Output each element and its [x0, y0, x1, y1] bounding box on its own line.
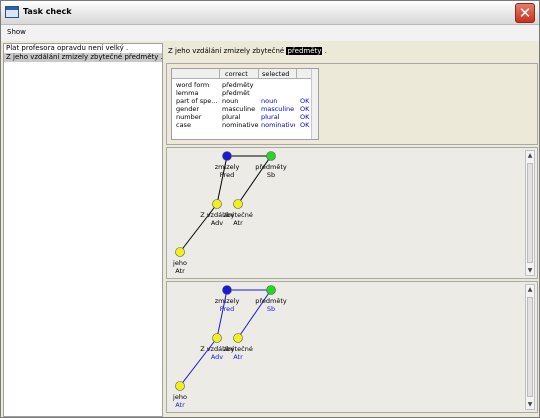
main-area: Z jeho vzdálání zmizely zbytečné předmět…	[166, 43, 538, 417]
task-check-window: Task check ✕ Show Plat profesora opravdu…	[0, 0, 540, 418]
feature-cell: lemma	[176, 89, 199, 97]
menu-bar: Show	[1, 25, 539, 41]
feature-cell: number	[176, 113, 202, 121]
feature-table-header: correct selected	[172, 69, 318, 79]
scroll-up-icon[interactable]: ▲	[526, 151, 534, 160]
dependency-tree-selected: zmizelyPredpředmětySbZ vzdáláníAdvzbyteč…	[172, 285, 287, 409]
feature-table-scrollbar[interactable]	[311, 69, 318, 139]
header-selected[interactable]: selected	[262, 70, 289, 78]
tree-scrollbar[interactable]: ▲ ▼	[525, 284, 535, 410]
correct-cell: masculine	[222, 105, 256, 113]
tree-node-function: Sb	[267, 171, 275, 179]
tree-node[interactable]	[266, 151, 276, 161]
feature-table: correct selected word form předměty lemma p…	[171, 68, 319, 140]
tree-node[interactable]	[233, 199, 243, 209]
tree-node[interactable]	[222, 151, 232, 161]
tree-node-word: jeho	[172, 393, 187, 401]
window-title: Task check	[23, 7, 72, 16]
header-correct[interactable]: correct	[225, 70, 248, 78]
tree-node-function: Atr	[175, 401, 185, 409]
header-separator[interactable]	[219, 69, 220, 79]
tree-node-word: zbytečné	[223, 345, 253, 353]
scroll-thumb[interactable]	[527, 163, 533, 263]
dependency-tree-correct: zmizelyPredpředmětySbZ vzdáláníAdvzbyteč…	[172, 151, 287, 275]
tree-node-word: jeho	[172, 259, 187, 267]
tree-node[interactable]	[175, 381, 185, 391]
close-button[interactable]: ✕	[515, 3, 535, 23]
tree-node-function: Adv	[211, 353, 223, 361]
selected-cell: plural	[261, 113, 280, 121]
tree-node-function: Atr	[233, 353, 243, 361]
sentence-list[interactable]: Plat profesora opravdu není velký . Z je…	[3, 43, 163, 417]
correct-cell: předměty	[222, 81, 254, 89]
tree-node-word: předměty	[255, 163, 287, 171]
feature-cell: part of spe...	[176, 97, 218, 105]
feature-table-row[interactable]: gender masculine masculine OK	[172, 105, 318, 113]
tree-node-word: zmizely	[215, 297, 240, 305]
tree-node-word: předměty	[255, 297, 287, 305]
tree-node[interactable]	[212, 333, 222, 343]
feature-table-row[interactable]: number plural plural OK	[172, 113, 318, 121]
tree-node-function: Adv	[211, 219, 223, 227]
feature-cell: word form	[176, 81, 210, 89]
tree-node-function: Atr	[175, 267, 185, 275]
feature-cell: case	[176, 121, 191, 129]
feature-cell: gender	[176, 105, 200, 113]
tree-node-word: zmizely	[215, 163, 240, 171]
sentence-after: .	[322, 47, 327, 55]
scroll-down-icon[interactable]: ▼	[526, 266, 534, 275]
feature-table-row[interactable]: case nominative nominative OK	[172, 121, 318, 129]
correct-cell: noun	[222, 97, 239, 105]
selected-cell: noun	[261, 97, 278, 105]
tree-scrollbar[interactable]: ▲ ▼	[525, 150, 535, 276]
feature-table-row[interactable]: lemma předmět	[172, 89, 318, 97]
tree-node-word: zbytečné	[223, 211, 253, 219]
scroll-up-icon[interactable]: ▲	[526, 285, 534, 294]
tree-panel-selected: zmizely Pred předměty Sb Z vzdálání Adv zbyteč…	[166, 281, 538, 413]
sentence-list-item[interactable]: Plat profesora opravdu není velký .	[4, 44, 162, 53]
header-separator[interactable]	[296, 69, 297, 79]
scroll-down-icon[interactable]: ▼	[526, 400, 534, 409]
correct-cell: nominative	[222, 121, 259, 129]
tree-panel-correct: zmizely Pred předměty Sb Z vzdálání Adv zbyteč…	[166, 147, 538, 279]
close-icon: ✕	[518, 4, 532, 22]
sentence-before: Z jeho vzdálání zmizely zbytečné	[168, 47, 287, 55]
menu-show[interactable]: Show	[7, 28, 26, 36]
feature-table-panel: correct selected word form předměty lemma p…	[166, 63, 538, 145]
sentence-highlighted-word[interactable]: předměty	[286, 47, 323, 55]
tree-node[interactable]	[175, 247, 185, 257]
scroll-thumb[interactable]	[527, 297, 533, 397]
tree-node[interactable]	[233, 333, 243, 343]
tree-node[interactable]	[212, 199, 222, 209]
tree-node-function: Sb	[267, 305, 275, 313]
correct-cell: předmět	[222, 89, 250, 97]
selected-cell: masculine	[261, 105, 295, 113]
tree-node-function: Atr	[233, 219, 243, 227]
header-separator[interactable]	[258, 69, 259, 79]
tree-node[interactable]	[266, 285, 276, 295]
tree-node[interactable]	[222, 285, 232, 295]
current-sentence: Z jeho vzdálání zmizely zbytečné předmět…	[168, 47, 536, 59]
correct-cell: plural	[222, 113, 241, 121]
feature-table-row[interactable]: part of spe... noun noun OK	[172, 97, 318, 105]
feature-table-row[interactable]: word form předměty	[172, 81, 318, 89]
sentence-list-item-selected[interactable]: Z jeho vzdálání zmizely zbytečné předmět…	[4, 53, 163, 62]
selected-cell: nominative	[261, 121, 295, 129]
tree-node-function: Pred	[220, 171, 234, 179]
tree-node-function: Pred	[220, 305, 234, 313]
window-app-icon	[5, 6, 19, 18]
title-bar[interactable]: Task check ✕	[1, 1, 539, 25]
